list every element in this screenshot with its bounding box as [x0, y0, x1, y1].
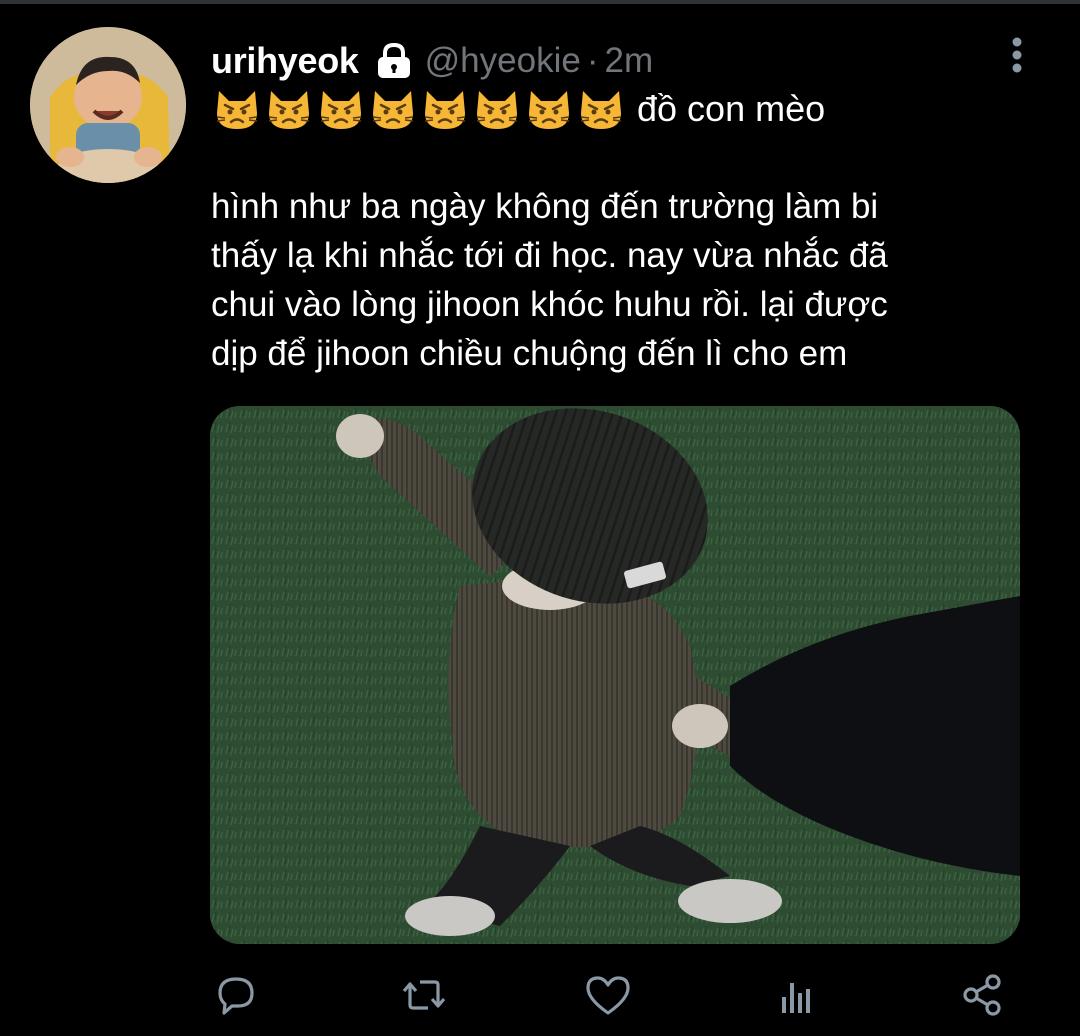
tweet-text-line: hình như ba ngày không đến trường làm bi: [211, 187, 879, 226]
avatar[interactable]: [30, 27, 186, 183]
top-divider: [0, 0, 1080, 4]
display-name-suffix: đồ con mèo: [637, 88, 826, 129]
display-name[interactable]: urihyeok: [211, 40, 359, 82]
tweet-media-image[interactable]: [210, 406, 1020, 944]
timestamp[interactable]: 2m: [604, 41, 653, 81]
pouting-cat-emoji-icon: [580, 91, 622, 129]
tweet-text-line: chui vào lòng jihoon khóc huhu rồi. lại …: [211, 285, 888, 324]
tweet-text: hình như ba ngày không đến trường làm bi…: [211, 182, 1051, 378]
pouting-cat-emoji-icon: [372, 91, 414, 129]
retweet-icon[interactable]: [394, 965, 454, 1025]
avatar-photo: [30, 27, 186, 183]
reply-icon[interactable]: [206, 965, 266, 1025]
pouting-cat-emoji-icon: [216, 91, 258, 129]
pouting-cat-emoji-icon: [528, 91, 570, 129]
emoji-row: [213, 87, 625, 131]
pouting-cat-emoji-icon: [476, 91, 518, 129]
tweet-action-bar: [0, 965, 1080, 1025]
analytics-icon[interactable]: [766, 965, 826, 1025]
pouting-cat-emoji-icon: [268, 91, 310, 129]
display-name-continued: đồ con mèo: [213, 86, 825, 132]
tweet-text-line: thấy lạ khi nhắc tới đi học. nay vừa nhắ…: [211, 236, 888, 275]
pouting-cat-emoji-icon: [424, 91, 466, 129]
share-icon[interactable]: [952, 965, 1012, 1025]
tweet-text-line: dịp để jihoon chiều chuộng đến lì cho em: [211, 334, 848, 373]
separator-dot: ·: [586, 41, 599, 80]
pouting-cat-emoji-icon: [320, 91, 362, 129]
lock-icon: [375, 42, 413, 80]
more-vertical-icon[interactable]: [1006, 36, 1028, 80]
tweet-header: urihyeok @hyeokie · 2m: [211, 34, 653, 88]
user-handle[interactable]: @hyeokie: [425, 41, 581, 81]
heart-icon[interactable]: [578, 965, 638, 1025]
